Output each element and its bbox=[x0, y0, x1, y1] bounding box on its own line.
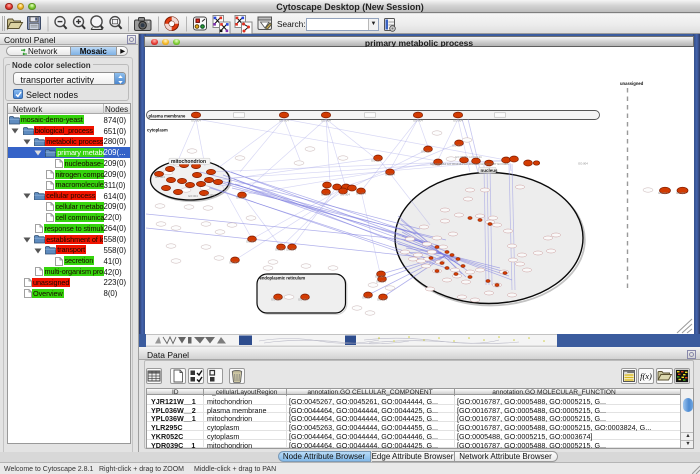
svg-text:plasma membrane: plasma membrane bbox=[149, 113, 186, 118]
svg-text:GO:004: GO:004 bbox=[321, 193, 331, 197]
svg-text:nucleus: nucleus bbox=[481, 168, 499, 173]
svg-text:GO:004: GO:004 bbox=[155, 175, 165, 179]
svg-text:GO:004: GO:004 bbox=[377, 298, 387, 302]
svg-text:GO:004: GO:004 bbox=[321, 119, 331, 123]
svg-text:GO:004: GO:004 bbox=[246, 240, 256, 244]
svg-text:endoplasmic reticulum: endoplasmic reticulum bbox=[260, 275, 306, 280]
svg-text:unassigned: unassigned bbox=[620, 81, 644, 86]
svg-text:GO:004: GO:004 bbox=[453, 119, 463, 123]
svg-text:GO:004: GO:004 bbox=[676, 191, 686, 195]
svg-text:GO:004: GO:004 bbox=[385, 173, 395, 177]
svg-text:GO:004: GO:004 bbox=[362, 296, 372, 300]
svg-text:GO:004: GO:004 bbox=[236, 196, 246, 200]
svg-text:GO:004: GO:004 bbox=[205, 193, 215, 197]
svg-text:GO:0044464 GO:0044444 GO:00444: GO:0044464 GO:0044444 GO:0044425 GO:0016… bbox=[430, 162, 509, 166]
svg-text:GO:004: GO:004 bbox=[375, 275, 385, 279]
svg-text:GO:004: GO:004 bbox=[279, 119, 289, 123]
svg-text:GO:004: GO:004 bbox=[371, 159, 381, 163]
svg-text:GO:004: GO:004 bbox=[658, 191, 668, 195]
svg-text:GO:004: GO:004 bbox=[578, 162, 588, 166]
svg-text:GO:004: GO:004 bbox=[376, 280, 386, 284]
svg-text:GO:004: GO:004 bbox=[356, 192, 366, 196]
svg-text:GO:004: GO:004 bbox=[452, 144, 462, 148]
svg-text:GO:004: GO:004 bbox=[271, 298, 281, 302]
svg-text:GO:004: GO:004 bbox=[421, 150, 431, 154]
svg-text:cytoplasm: cytoplasm bbox=[147, 128, 168, 133]
svg-text:GO:00452 GO:00444: GO:00452 GO:00444 bbox=[455, 155, 482, 159]
svg-text:mitochondrion: mitochondrion bbox=[171, 159, 206, 165]
svg-text:GO:004: GO:004 bbox=[191, 119, 201, 123]
svg-text:GO:004: GO:004 bbox=[413, 119, 423, 123]
svg-text:GO:004: GO:004 bbox=[298, 298, 308, 302]
svg-text:GO:004: GO:004 bbox=[188, 194, 198, 198]
svg-text:GO:004: GO:004 bbox=[286, 248, 296, 252]
svg-text:GO:004: GO:004 bbox=[275, 248, 285, 252]
svg-text:GO:004: GO:004 bbox=[340, 193, 350, 197]
svg-text:GO:004: GO:004 bbox=[229, 261, 239, 265]
